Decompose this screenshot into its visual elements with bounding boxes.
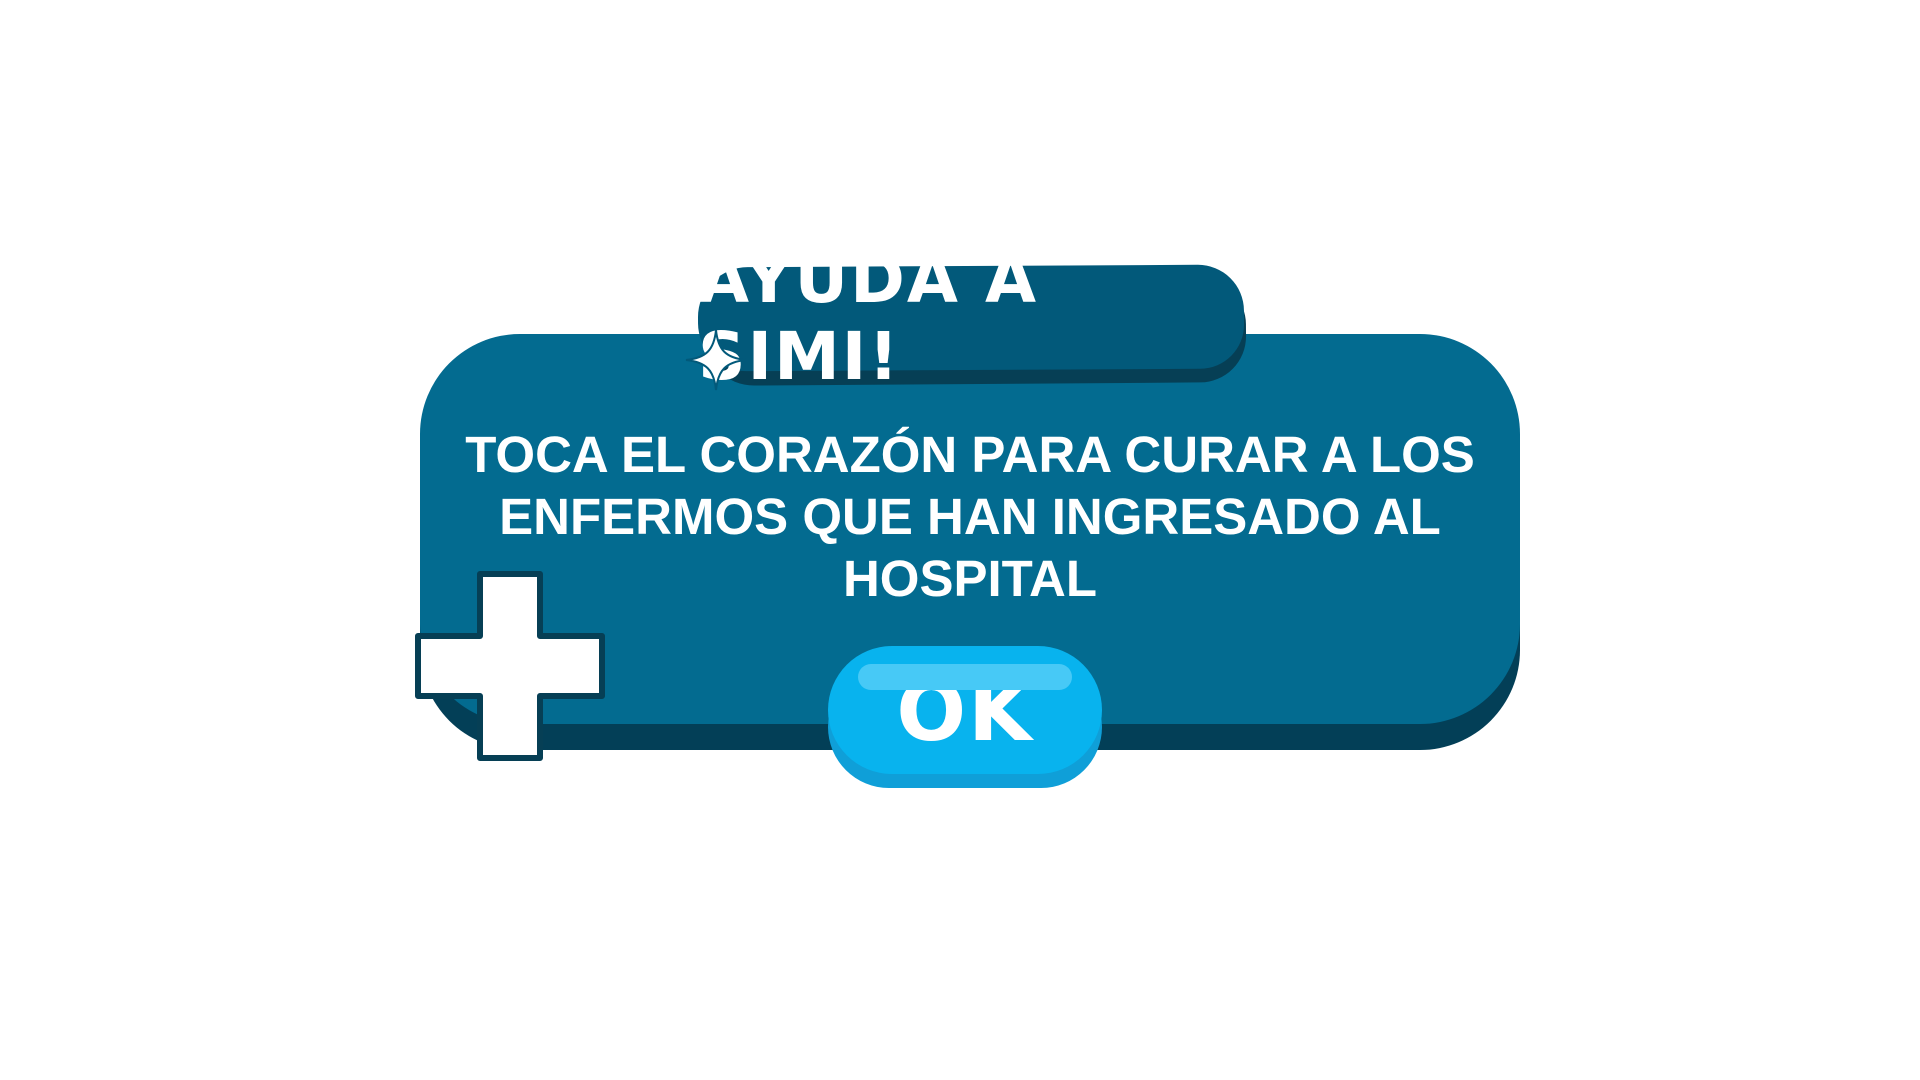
game-screen: AYUDA A SIMI! TOCA EL CORAZÓN PARA CURAR… xyxy=(0,0,1920,1080)
ok-button-highlight xyxy=(858,664,1072,690)
sparkle-icon xyxy=(685,329,747,391)
medical-cross-icon xyxy=(415,571,605,761)
dialog-title: AYUDA A SIMI! xyxy=(698,241,1039,395)
